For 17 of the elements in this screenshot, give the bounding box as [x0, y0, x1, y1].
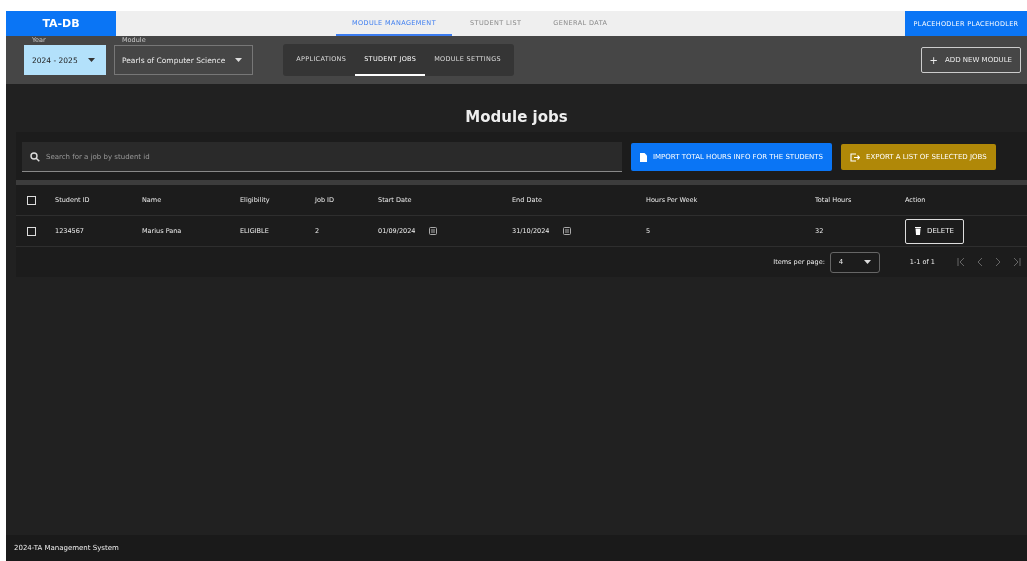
- caret-icon: [87, 58, 95, 62]
- caret-icon: [863, 260, 871, 264]
- next-page-icon[interactable]: [995, 258, 1001, 266]
- calendar-icon[interactable]: [563, 227, 572, 235]
- checkbox[interactable]: [27, 195, 36, 205]
- caret-icon: [235, 58, 243, 62]
- file-icon: [640, 152, 647, 162]
- calendar-icon[interactable]: [429, 227, 438, 235]
- first-page-icon[interactable]: [957, 258, 965, 266]
- checkbox[interactable]: [27, 226, 36, 236]
- trash-icon: [915, 227, 921, 235]
- previous-page-icon[interactable]: [977, 258, 983, 266]
- page-title: Module jobs: [464, 107, 569, 128]
- search-icon: [30, 151, 40, 162]
- last-page-icon[interactable]: [1013, 258, 1021, 266]
- logout-icon: [850, 152, 861, 162]
- brand-logo[interactable]: TA-DB: [6, 11, 116, 36]
